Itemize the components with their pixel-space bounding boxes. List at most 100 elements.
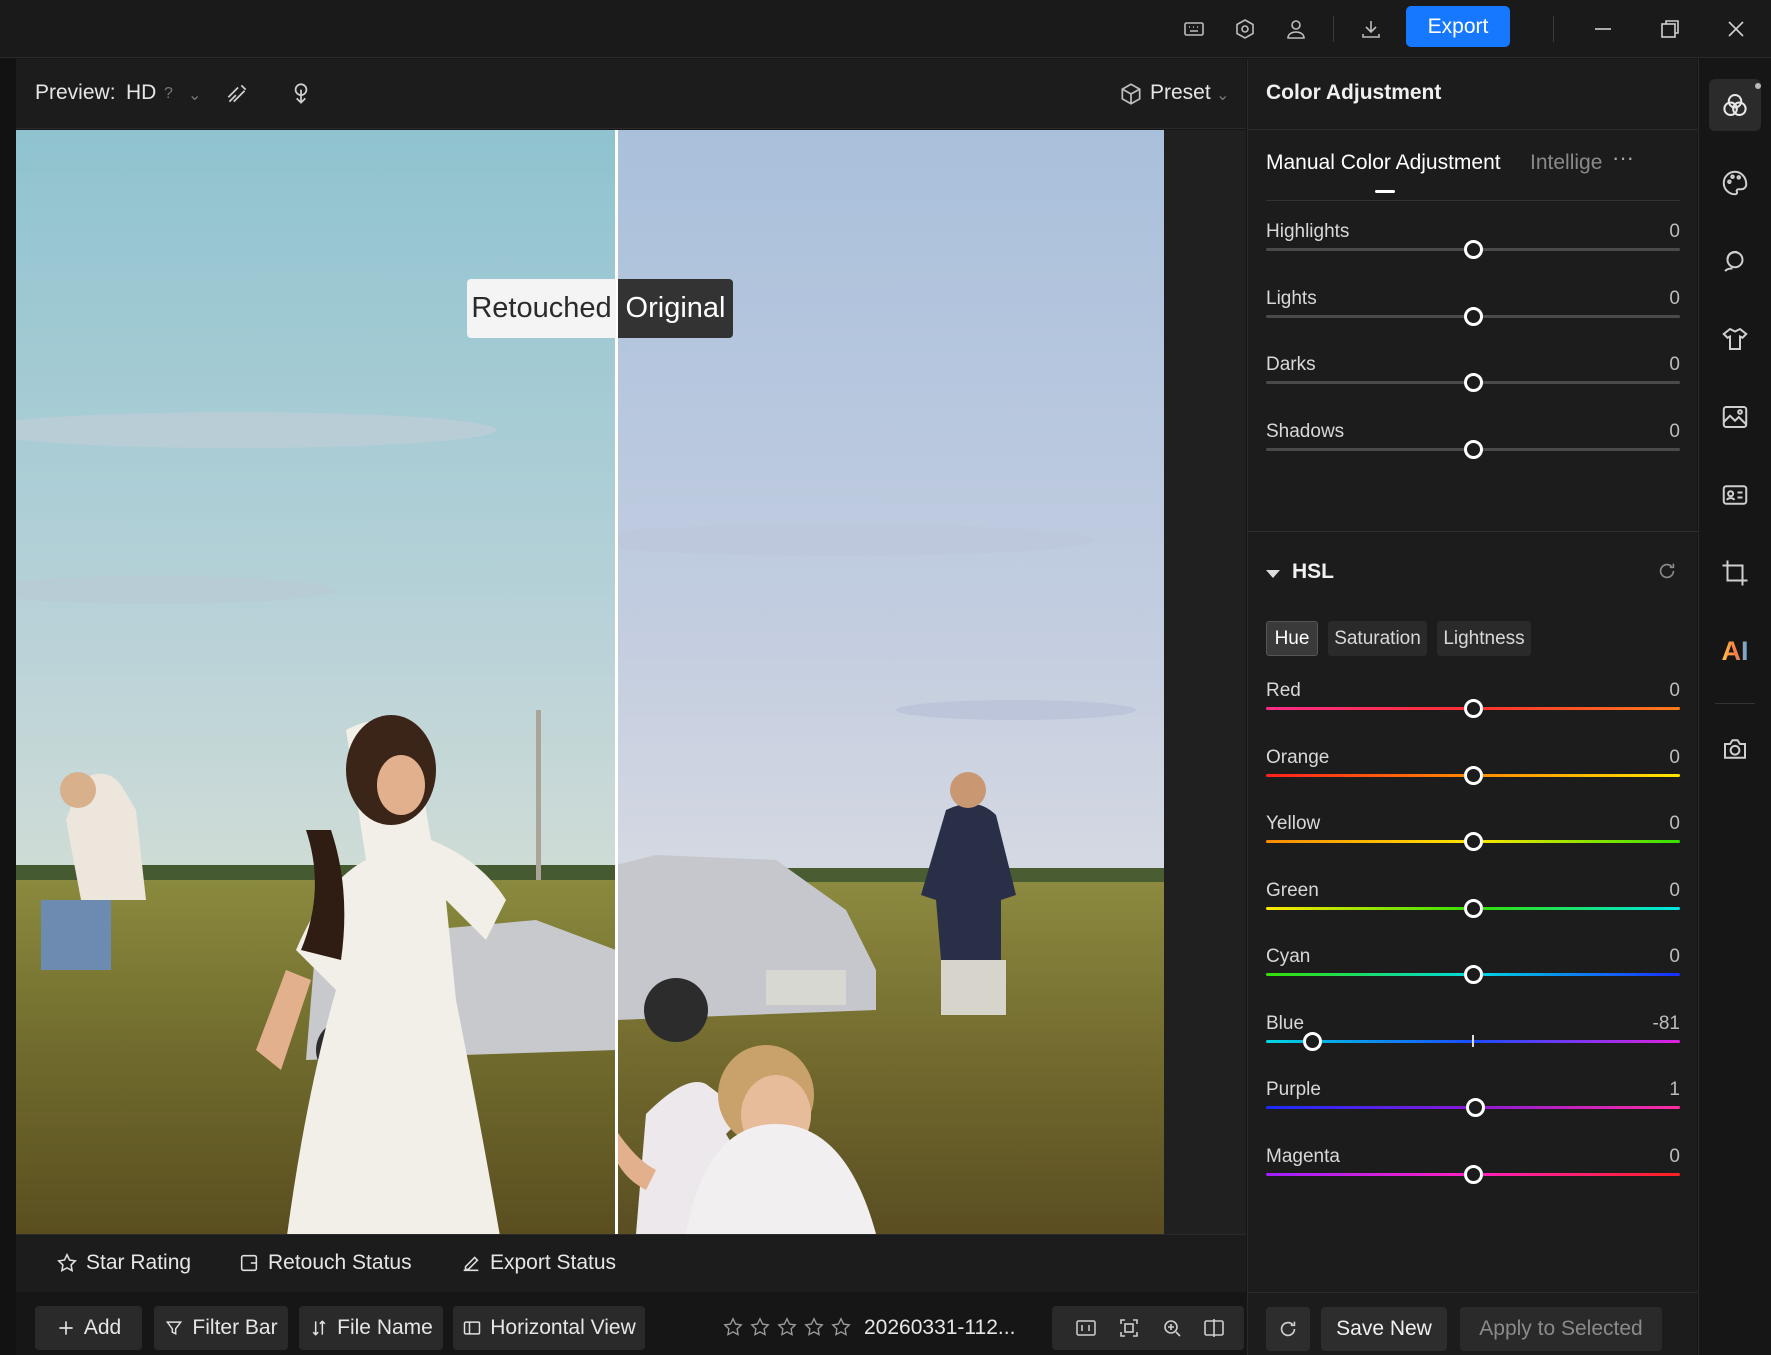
slider-value[interactable]: 0: [1669, 1146, 1680, 1168]
slider-value[interactable]: 0: [1669, 813, 1680, 835]
slider-thumb[interactable]: [1463, 240, 1483, 259]
brush-compare-icon[interactable]: [222, 79, 252, 109]
background-image-icon[interactable]: [1709, 391, 1761, 443]
slider-thumb[interactable]: [1463, 439, 1483, 459]
retouched-label: Retouched: [467, 279, 616, 338]
reset-icon[interactable]: [1656, 560, 1678, 582]
slider-thumb[interactable]: [1463, 1164, 1483, 1184]
slider-lights[interactable]: Lights 0: [1266, 288, 1680, 354]
hsl-mode-saturation[interactable]: Saturation: [1328, 621, 1427, 656]
slider-value[interactable]: 0: [1669, 946, 1680, 968]
slider-thumb[interactable]: [1463, 306, 1483, 326]
filter-bar-button[interactable]: Filter Bar: [154, 1306, 288, 1350]
compare-view-icon[interactable]: [1202, 1316, 1226, 1340]
slider-red[interactable]: Red 0: [1266, 680, 1680, 746]
slider-thumb[interactable]: [1463, 965, 1483, 984]
chevron-down-icon[interactable]: ⌄: [1216, 85, 1229, 105]
slider-green[interactable]: Green 0: [1266, 880, 1680, 946]
fit-screen-icon[interactable]: [1117, 1316, 1141, 1340]
sort-file-name-button[interactable]: File Name: [299, 1306, 443, 1350]
slider-cyan[interactable]: Cyan 0: [1266, 946, 1680, 1012]
settings-hexagon-icon[interactable]: [1230, 14, 1260, 44]
account-icon[interactable]: [1281, 14, 1311, 44]
export-button[interactable]: Export: [1406, 6, 1510, 47]
photo-preview[interactable]: Retouched Original: [16, 130, 1164, 1234]
slider-shadows[interactable]: Shadows 0: [1266, 421, 1680, 487]
close-icon[interactable]: [1721, 14, 1751, 44]
horizontal-view-button[interactable]: Horizontal View: [453, 1306, 645, 1350]
slider-thumb[interactable]: [1465, 1098, 1485, 1117]
slider-thumb[interactable]: [1463, 832, 1483, 851]
slider-value[interactable]: 0: [1669, 747, 1680, 769]
slider-thumb[interactable]: [1463, 898, 1483, 918]
minimize-icon[interactable]: [1588, 14, 1618, 44]
preview-toolbar: Preview: HD ? ⌄ Preset ⌄: [16, 59, 1246, 129]
chevron-down-icon[interactable]: ⌄: [188, 85, 201, 105]
export-status-filter[interactable]: Export Status: [460, 1251, 616, 1275]
collapse-caret-icon[interactable]: [1266, 570, 1280, 578]
tab-manual-color-adjustment[interactable]: Manual Color Adjustment: [1266, 151, 1501, 175]
slider-thumb[interactable]: [1463, 765, 1483, 785]
panel-title: Color Adjustment: [1266, 81, 1442, 104]
slider-thumb[interactable]: [1302, 1031, 1322, 1051]
crop-icon[interactable]: [1709, 547, 1761, 599]
reset-all-button[interactable]: [1266, 1307, 1310, 1351]
slider-center-tick: [1472, 1034, 1474, 1047]
add-button[interactable]: Add: [35, 1306, 142, 1350]
hsl-mode-lightness[interactable]: Lightness: [1437, 621, 1531, 656]
zoom-in-icon[interactable]: [1160, 1316, 1184, 1340]
keyboard-icon[interactable]: [1179, 14, 1209, 44]
color-adjust-icon[interactable]: [1709, 79, 1761, 131]
id-photo-icon[interactable]: [1709, 469, 1761, 521]
hsl-mode-hue[interactable]: Hue: [1266, 621, 1318, 656]
star-icon[interactable]: [830, 1316, 852, 1338]
slider-value[interactable]: 0: [1669, 680, 1680, 702]
star-icon[interactable]: [749, 1316, 771, 1338]
save-new-button[interactable]: Save New: [1321, 1307, 1447, 1351]
slider-thumb[interactable]: [1463, 373, 1483, 392]
slider-value[interactable]: 1: [1669, 1079, 1680, 1101]
slider-orange[interactable]: Orange 0: [1266, 747, 1680, 813]
slider-highlights[interactable]: Highlights 0: [1266, 221, 1680, 287]
slider-value[interactable]: 0: [1669, 288, 1680, 310]
actual-size-icon[interactable]: [1074, 1316, 1098, 1340]
view-mode-label: Horizontal View: [490, 1316, 636, 1339]
palette-ai-icon[interactable]: [1709, 157, 1761, 209]
app-window: { "titlebar": { "export_label": "Export"…: [0, 0, 1771, 1355]
ai-icon: AI: [1721, 635, 1749, 666]
slider-value[interactable]: 0: [1669, 880, 1680, 902]
more-tabs-icon[interactable]: ···: [1612, 145, 1634, 171]
retouch-status-filter[interactable]: Retouch Status: [238, 1251, 412, 1275]
touch-gesture-icon[interactable]: [286, 79, 316, 109]
tab-intelligent[interactable]: Intellige: [1530, 151, 1602, 175]
slider-darks[interactable]: Darks 0: [1266, 354, 1680, 420]
slider-magenta[interactable]: Magenta 0: [1266, 1146, 1680, 1212]
slider-value[interactable]: -81: [1653, 1013, 1680, 1035]
slider-thumb[interactable]: [1463, 699, 1483, 718]
camera-icon[interactable]: [1709, 723, 1761, 775]
star-rating-filter[interactable]: Star Rating: [56, 1251, 191, 1275]
preset-button[interactable]: Preset: [1150, 81, 1211, 105]
slider-yellow[interactable]: Yellow 0: [1266, 813, 1680, 879]
preview-quality-dropdown[interactable]: HD: [126, 81, 156, 105]
portrait-retouch-icon[interactable]: [1709, 235, 1761, 287]
hsl-section-title: HSL: [1292, 560, 1334, 583]
help-icon[interactable]: ?: [164, 85, 173, 103]
slider-value[interactable]: 0: [1669, 354, 1680, 376]
restore-icon[interactable]: [1655, 14, 1685, 44]
star-icon[interactable]: [722, 1316, 744, 1338]
star-icon[interactable]: [776, 1316, 798, 1338]
slider-purple[interactable]: Purple 1: [1266, 1079, 1680, 1145]
download-icon[interactable]: [1356, 14, 1386, 44]
preset-cube-icon[interactable]: [1116, 79, 1146, 109]
panel-layout-icon: [463, 1321, 481, 1335]
slider-blue[interactable]: Blue -81: [1266, 1013, 1680, 1079]
preview-canvas[interactable]: Retouched Original: [16, 130, 1246, 1234]
ai-tools-button[interactable]: AI: [1709, 625, 1761, 677]
apply-to-selected-button[interactable]: Apply to Selected: [1460, 1307, 1662, 1351]
star-icon[interactable]: [803, 1316, 825, 1338]
slider-value[interactable]: 0: [1669, 221, 1680, 243]
image-star-rating[interactable]: [722, 1316, 852, 1338]
slider-value[interactable]: 0: [1669, 421, 1680, 443]
clothing-icon[interactable]: [1709, 313, 1761, 365]
